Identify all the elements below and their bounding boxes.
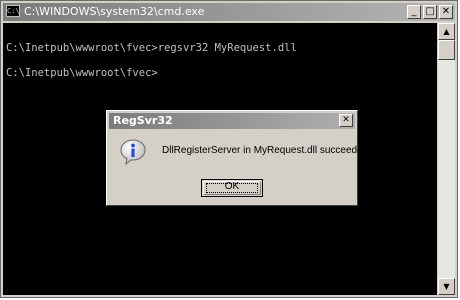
maximize-button[interactable]: □ xyxy=(423,5,437,19)
ok-label: OK xyxy=(224,181,240,192)
dialog-close-button[interactable]: ✕ xyxy=(339,114,353,127)
scroll-thumb[interactable] xyxy=(438,40,455,60)
dialog-title: RegSvr32 xyxy=(113,114,173,127)
dialog-message: DllRegisterServer in MyRequest.dll succe… xyxy=(162,145,371,156)
minimize-button[interactable]: _ xyxy=(407,5,421,19)
console-line: C:\Inetpub\wwwroot\fvec>regsvr32 MyReque… xyxy=(6,42,297,54)
scroll-down-button[interactable]: ▼ xyxy=(438,278,455,295)
window-titlebar[interactable]: C:\ C:\WINDOWS\system32\cmd.exe _ □ ✕ xyxy=(3,3,455,21)
cmd-icon: C:\ xyxy=(6,5,20,17)
vertical-scrollbar[interactable]: ▲ ▼ xyxy=(438,23,455,295)
ok-button[interactable]: OK xyxy=(201,179,263,197)
scroll-up-button[interactable]: ▲ xyxy=(438,23,455,40)
regsvr32-dialog: RegSvr32 ✕ DllRegisterServer in MyReques… xyxy=(106,110,371,206)
window-controls: _ □ ✕ xyxy=(407,5,453,19)
info-icon xyxy=(120,139,146,166)
dialog-titlebar[interactable]: RegSvr32 ✕ xyxy=(109,113,355,129)
window-title: C:\WINDOWS\system32\cmd.exe xyxy=(24,5,205,18)
console-prompt: C:\Inetpub\wwwroot\fvec> xyxy=(6,67,158,79)
close-button[interactable]: ✕ xyxy=(439,5,453,19)
